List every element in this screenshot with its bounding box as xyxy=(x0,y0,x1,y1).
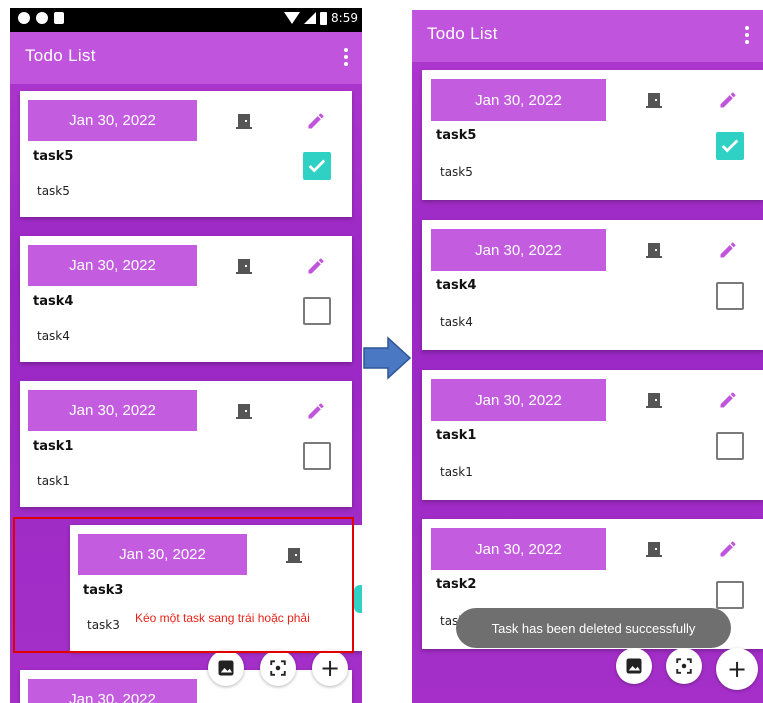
fab-row: + xyxy=(616,648,758,690)
status-icons-right: 8:59 xyxy=(284,11,358,25)
date-button[interactable]: Jan 30, 2022 xyxy=(28,100,197,141)
task-checkbox[interactable] xyxy=(303,297,331,325)
edit-icon[interactable] xyxy=(718,539,738,559)
date-button[interactable]: Jan 30, 2022 xyxy=(28,245,197,286)
door-icon[interactable] xyxy=(646,392,662,408)
plus-icon: + xyxy=(319,654,341,682)
door-icon[interactable] xyxy=(646,541,662,557)
scan-icon xyxy=(676,658,692,674)
right-phone-screen: Todo List Jan 30, 2022 task5 task5 Jan 3… xyxy=(412,10,763,703)
swipe-instruction: Kéo một task sang trái hoặc phải xyxy=(135,611,310,625)
date-button[interactable]: Jan 30, 2022 xyxy=(431,229,606,271)
task-checkbox[interactable] xyxy=(716,132,744,160)
overflow-menu-icon[interactable] xyxy=(745,26,749,44)
wifi-icon xyxy=(284,12,301,24)
door-icon[interactable] xyxy=(236,258,252,274)
task-checkbox[interactable] xyxy=(716,282,744,310)
task-card[interactable]: Jan 30, 2022 task1 task1 xyxy=(20,381,352,507)
plus-icon: + xyxy=(726,655,748,683)
task-description: task3 xyxy=(87,618,120,632)
door-icon[interactable] xyxy=(646,92,662,108)
task-description: task1 xyxy=(440,465,473,479)
task-description: task4 xyxy=(440,315,473,329)
app-title: Todo List xyxy=(25,46,96,65)
edit-icon[interactable] xyxy=(718,390,738,410)
add-task-button[interactable]: + xyxy=(312,650,348,686)
app-bar: Todo List xyxy=(10,32,362,84)
sim-icon xyxy=(54,12,64,24)
edit-icon[interactable] xyxy=(306,401,326,421)
add-task-button[interactable]: + xyxy=(716,648,758,690)
checkbox-edge xyxy=(354,585,362,613)
circle-icon xyxy=(36,12,48,24)
task-title: task5 xyxy=(33,149,74,164)
image-button[interactable] xyxy=(616,648,652,684)
date-button[interactable]: Jan 30, 2022 xyxy=(78,534,247,575)
task-card[interactable]: Jan 30, 2022 task5 task5 xyxy=(422,70,763,200)
task-title: task2 xyxy=(436,577,477,592)
shield-icon xyxy=(18,12,30,24)
status-icons-left xyxy=(18,12,64,24)
task-card[interactable]: Jan 30, 2022 task5 task5 xyxy=(20,91,352,217)
scan-button[interactable] xyxy=(260,650,296,686)
left-phone-screen: 8:59 Todo List Jan 30, 2022 task5 task5 … xyxy=(10,8,362,703)
app-title: Todo List xyxy=(427,24,498,43)
check-icon xyxy=(308,159,326,173)
image-button[interactable] xyxy=(208,650,244,686)
task-card-swiping[interactable]: Jan 30, 2022 task3 task3 xyxy=(70,525,362,651)
task-description: task1 xyxy=(37,474,70,488)
arrow-right-icon xyxy=(363,336,412,380)
door-icon[interactable] xyxy=(236,403,252,419)
edit-icon[interactable] xyxy=(718,90,738,110)
overflow-menu-icon[interactable] xyxy=(344,48,348,66)
task-title: task4 xyxy=(436,278,477,293)
image-icon xyxy=(626,658,642,674)
date-button[interactable]: Jan 30, 2022 xyxy=(431,528,606,570)
date-button[interactable]: Jan 30, 2022 xyxy=(28,390,197,431)
task-title: task5 xyxy=(436,128,477,143)
date-button[interactable]: Jan 30, 2022 xyxy=(431,379,606,421)
battery-icon xyxy=(320,11,328,25)
scan-button[interactable] xyxy=(666,648,702,684)
task-description: task4 xyxy=(37,329,70,343)
date-button[interactable]: Jan 30, 2022 xyxy=(431,79,606,121)
door-icon[interactable] xyxy=(236,113,252,129)
task-checkbox[interactable] xyxy=(303,152,331,180)
task-title: task4 xyxy=(33,294,74,309)
task-card[interactable]: Jan 30, 2022 task4 task4 xyxy=(20,236,352,362)
task-description: task5 xyxy=(440,165,473,179)
task-title: task1 xyxy=(436,428,477,443)
task-title: task3 xyxy=(83,583,124,598)
signal-icon xyxy=(304,12,317,24)
task-card[interactable]: Jan 30, 2022 task1 task1 xyxy=(422,370,763,500)
scan-icon xyxy=(270,660,286,676)
app-bar: Todo List xyxy=(412,10,763,62)
status-time: 8:59 xyxy=(331,11,358,25)
date-button[interactable]: Jan 30, 2022 xyxy=(28,679,197,703)
task-checkbox[interactable] xyxy=(716,432,744,460)
toast-message: Task has been deleted successfully xyxy=(456,608,731,648)
edit-icon[interactable] xyxy=(718,240,738,260)
task-card[interactable]: Jan 30, 2022 task4 task4 xyxy=(422,220,763,350)
task-description: task5 xyxy=(37,184,70,198)
task-checkbox[interactable] xyxy=(716,581,744,609)
check-icon xyxy=(721,139,739,153)
task-checkbox[interactable] xyxy=(303,442,331,470)
door-icon[interactable] xyxy=(646,242,662,258)
status-bar: 8:59 xyxy=(10,8,362,32)
task-title: task1 xyxy=(33,439,74,454)
edit-icon[interactable] xyxy=(306,256,326,276)
door-icon[interactable] xyxy=(286,547,302,563)
comparison-stage: 8:59 Todo List Jan 30, 2022 task5 task5 … xyxy=(0,0,763,703)
image-icon xyxy=(218,660,234,676)
fab-row: + xyxy=(208,650,348,686)
edit-icon[interactable] xyxy=(306,111,326,131)
